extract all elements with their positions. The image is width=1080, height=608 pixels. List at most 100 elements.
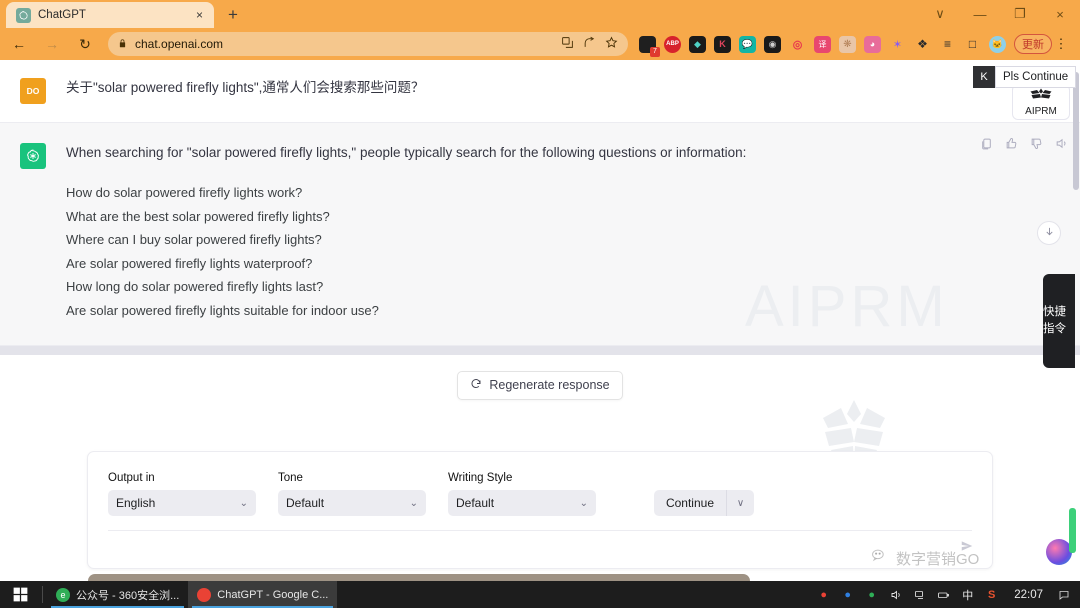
network-icon[interactable] xyxy=(912,587,927,602)
regenerate-row: Regenerate response xyxy=(0,370,1080,400)
tab-manager-extension[interactable]: 7 xyxy=(639,35,660,57)
translator-extension[interactable]: 译 xyxy=(814,35,831,53)
taskbar-clock[interactable]: 22:07 xyxy=(1014,589,1043,601)
translate-icon[interactable] xyxy=(561,36,574,52)
new-tab-button[interactable]: + xyxy=(220,2,246,28)
writing-style-field: Writing Style Default ⌄ xyxy=(448,472,596,516)
writing-style-value: Default xyxy=(456,496,495,510)
sidepanel-icon[interactable]: □ xyxy=(964,36,981,53)
writing-style-select[interactable]: Default ⌄ xyxy=(448,490,596,516)
output-in-label: Output in xyxy=(108,472,155,484)
reload-icon[interactable]: ↻ xyxy=(71,30,99,58)
refresh-icon xyxy=(470,378,482,393)
notification-icon[interactable] xyxy=(1056,587,1072,603)
tone-select[interactable]: Default ⌄ xyxy=(278,490,426,516)
list-item: What are the best solar powered firefly … xyxy=(66,208,330,224)
user-message: DO 关于"solar powered firefly lights",通常人们… xyxy=(0,60,1080,122)
dark-square-extension[interactable]: ◉ xyxy=(764,35,781,53)
taskbar-item-chrome[interactable]: ChatGPT - Google C... xyxy=(188,581,338,608)
list-item: Are solar powered firefly lights waterpr… xyxy=(66,255,313,271)
chrome-icon xyxy=(197,587,212,602)
360browser-icon: e xyxy=(56,587,70,602)
section-divider xyxy=(0,345,1080,355)
sogou-icon[interactable]: S xyxy=(984,587,999,602)
chrome-tray-icon[interactable]: ● xyxy=(816,587,831,602)
kaggle-extension[interactable]: K xyxy=(714,35,731,53)
taskbar-item-360browser[interactable]: e 公众号 - 360安全浏... xyxy=(47,581,188,608)
360-tray-icon[interactable]: ● xyxy=(840,587,855,602)
battery-icon[interactable] xyxy=(936,587,951,602)
scrollbar-thumb[interactable] xyxy=(1073,72,1079,190)
arrow-down-icon xyxy=(1044,226,1055,240)
playlist-icon[interactable]: ≡ xyxy=(939,36,956,53)
address-bar[interactable]: chat.openai.com xyxy=(108,32,628,56)
quick-commands-tab[interactable]: 快捷指令 xyxy=(1043,274,1075,368)
list-item: How do solar powered firefly lights work… xyxy=(66,185,303,200)
aiprm-badge[interactable]: AIPRM xyxy=(1012,84,1070,120)
send-icon[interactable] xyxy=(960,539,974,556)
ime-icon[interactable]: 中 xyxy=(960,587,975,602)
compass-extension[interactable]: ◆ xyxy=(689,35,706,53)
opera-gx-extension[interactable]: ◎ xyxy=(789,36,806,53)
wechat-tray-icon[interactable]: ● xyxy=(864,587,879,602)
thumbs-up-icon[interactable] xyxy=(1005,137,1018,153)
window-controls: ∨ — ❐ × xyxy=(920,0,1080,28)
profile-avatar[interactable]: 🐱 xyxy=(989,35,1006,53)
lock-icon xyxy=(118,38,127,51)
chatgpt-icon xyxy=(16,7,31,23)
adblock-plus-extension[interactable]: ABP xyxy=(664,35,681,53)
system-tray: ● ● ● 中 S 22:07 xyxy=(816,587,1080,603)
aiprm-badge-label: AIPRM xyxy=(1025,106,1057,117)
tab-title: ChatGPT xyxy=(38,9,86,21)
brain-extension[interactable]: ◕ xyxy=(864,35,881,53)
back-icon[interactable]: ← xyxy=(5,30,33,58)
tone-label: Tone xyxy=(278,472,303,484)
close-icon[interactable]: × xyxy=(193,7,206,23)
regenerate-response-button[interactable]: Regenerate response xyxy=(457,370,623,400)
output-in-select[interactable]: English ⌄ xyxy=(108,490,256,516)
chrome-menu-icon[interactable]: ⋮ xyxy=(1052,36,1070,52)
pls-continue-label: Pls Continue xyxy=(995,66,1077,88)
windows-start-icon[interactable] xyxy=(0,581,40,608)
taskbar-separator xyxy=(42,586,43,603)
assistant-message: When searching for "solar powered firefl… xyxy=(0,122,1080,462)
forward-icon[interactable]: → xyxy=(38,30,66,58)
minimize-icon[interactable]: — xyxy=(960,0,1000,28)
extensions-bar: 7 ABP ◆ K 💬 ◉ ◎ 译 ❋ ◕ ✶ ❖ ≡ □ 🐱 xyxy=(639,35,1006,57)
close-window-icon[interactable]: × xyxy=(1040,0,1080,28)
taskbar-item-label: ChatGPT - Google C... xyxy=(217,588,329,601)
output-in-value: English xyxy=(116,496,156,510)
regenerate-response-label: Regenerate response xyxy=(489,378,610,393)
update-button[interactable]: 更新 xyxy=(1014,34,1052,54)
volume-icon[interactable] xyxy=(888,587,903,602)
user-message-text: 关于"solar powered firefly lights",通常人们会搜索… xyxy=(66,80,425,95)
chat-bubble-extension[interactable]: 💬 xyxy=(739,35,756,53)
browser-tab-chatgpt[interactable]: ChatGPT × xyxy=(6,2,214,28)
extension-badge-count: 7 xyxy=(650,46,660,57)
chevron-down-icon[interactable]: ∨ xyxy=(726,490,754,516)
chevron-down-icon[interactable]: ∨ xyxy=(920,0,960,28)
list-item: How long do solar powered firefly lights… xyxy=(66,279,324,295)
keyboard-shortcut-badge: K xyxy=(973,66,995,88)
scroll-to-bottom-button[interactable] xyxy=(1037,221,1061,245)
thumbs-down-icon[interactable] xyxy=(1030,137,1043,153)
aiprm-settings-panel: Output in English ⌄ Tone Default ⌄ Writi… xyxy=(87,451,993,569)
sparkle-extension[interactable]: ✶ xyxy=(889,36,906,53)
openai-extension[interactable]: ❋ xyxy=(839,35,856,53)
bookmark-star-icon[interactable] xyxy=(605,36,618,52)
puzzle-extensions-icon[interactable]: ❖ xyxy=(914,36,931,53)
continue-split-button[interactable]: Continue ∨ xyxy=(653,490,754,516)
windows-taskbar: e 公众号 - 360安全浏... ChatGPT - Google C... … xyxy=(0,581,1080,608)
tab-strip-bar: ChatGPT × + ∨ — ❐ × xyxy=(0,0,1080,28)
chevron-down-icon: ⌄ xyxy=(579,497,588,509)
voice-input-bar[interactable] xyxy=(88,574,750,581)
message-actions xyxy=(980,137,1068,153)
list-item: Where can I buy solar powered firefly li… xyxy=(66,232,322,248)
speaker-icon[interactable] xyxy=(1055,137,1068,153)
pls-continue-tooltip[interactable]: K Pls Continue xyxy=(973,66,1077,88)
openai-logo-icon xyxy=(20,143,46,169)
maximize-icon[interactable]: ❐ xyxy=(1000,0,1040,28)
output-in-field: Output in English ⌄ xyxy=(108,472,256,516)
share-icon[interactable] xyxy=(583,36,596,52)
copy-icon[interactable] xyxy=(980,137,993,153)
